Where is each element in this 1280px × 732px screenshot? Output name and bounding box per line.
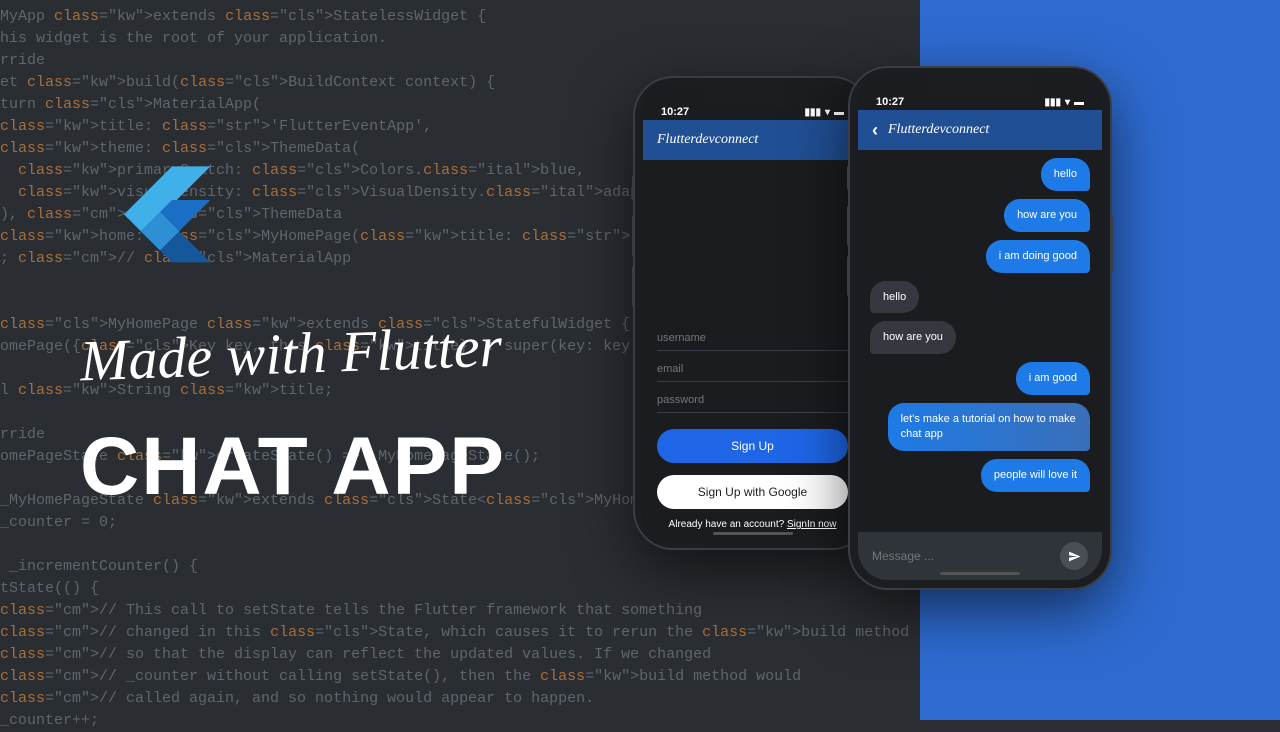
app-bar: ‹ Flutterdevconnect: [858, 110, 1102, 150]
chat-bubble-outgoing[interactable]: i am good: [1016, 362, 1090, 395]
signup-google-button[interactable]: Sign Up with Google: [657, 475, 848, 509]
send-icon: [1068, 550, 1081, 563]
signin-link[interactable]: SignIn now: [787, 519, 836, 530]
chat-bubble-outgoing[interactable]: people will love it: [981, 459, 1090, 492]
app-title: Flutterdevconnect: [888, 122, 989, 138]
subtitle-text: Made with Flutter: [79, 313, 503, 395]
signal-icon: ▮▮▮: [804, 107, 821, 118]
clock-text: 10:27: [876, 96, 904, 108]
signup-button[interactable]: Sign Up: [657, 429, 848, 463]
email-field[interactable]: [657, 355, 848, 382]
chat-bubble-incoming[interactable]: how are you: [870, 321, 956, 354]
chat-bubble-outgoing[interactable]: let's make a tutorial on how to make cha…: [888, 403, 1090, 451]
app-title: Flutterdevconnect: [657, 132, 758, 148]
status-icons: ▮▮▮ ▾ ▬: [1044, 97, 1084, 108]
chat-scroll[interactable]: hello how are you i am doing good hello how …: [858, 150, 1102, 532]
password-field[interactable]: [657, 386, 848, 413]
battery-icon: ▬: [1074, 97, 1084, 108]
home-indicator: [940, 572, 1020, 575]
clock-text: 10:27: [661, 106, 689, 118]
chat-bubble-incoming[interactable]: hello: [870, 281, 919, 314]
wifi-icon: ▾: [825, 107, 830, 118]
send-button[interactable]: [1060, 542, 1088, 570]
phone-mockup-chat: 10:27 ▮▮▮ ▾ ▬ ‹ Flutterdevconnect helloh…: [850, 68, 1110, 588]
wifi-icon: ▾: [1065, 97, 1070, 108]
chat-bubble-outgoing[interactable]: how are you: [1004, 199, 1090, 232]
home-indicator: [713, 532, 793, 535]
phone-mockup-signup: 10:27 ▮▮▮ ▾ ▬ Flutterdevconnect Sign Up …: [635, 78, 870, 548]
flutter-logo-icon: [100, 140, 220, 290]
app-bar: Flutterdevconnect: [643, 120, 862, 160]
battery-icon: ▬: [834, 107, 844, 118]
chat-bubble-outgoing[interactable]: i am doing good: [986, 240, 1090, 273]
message-input[interactable]: [872, 549, 1052, 563]
chat-bubble-outgoing[interactable]: hello: [1041, 158, 1090, 191]
title-text: CHAT APP: [80, 420, 506, 514]
status-icons: ▮▮▮ ▾ ▬: [804, 107, 844, 118]
signin-row: Already have an account? SignIn now: [657, 519, 848, 530]
back-icon[interactable]: ‹: [872, 120, 878, 141]
username-field[interactable]: [657, 324, 848, 351]
already-text: Already have an account?: [669, 519, 787, 530]
signal-icon: ▮▮▮: [1044, 97, 1061, 108]
